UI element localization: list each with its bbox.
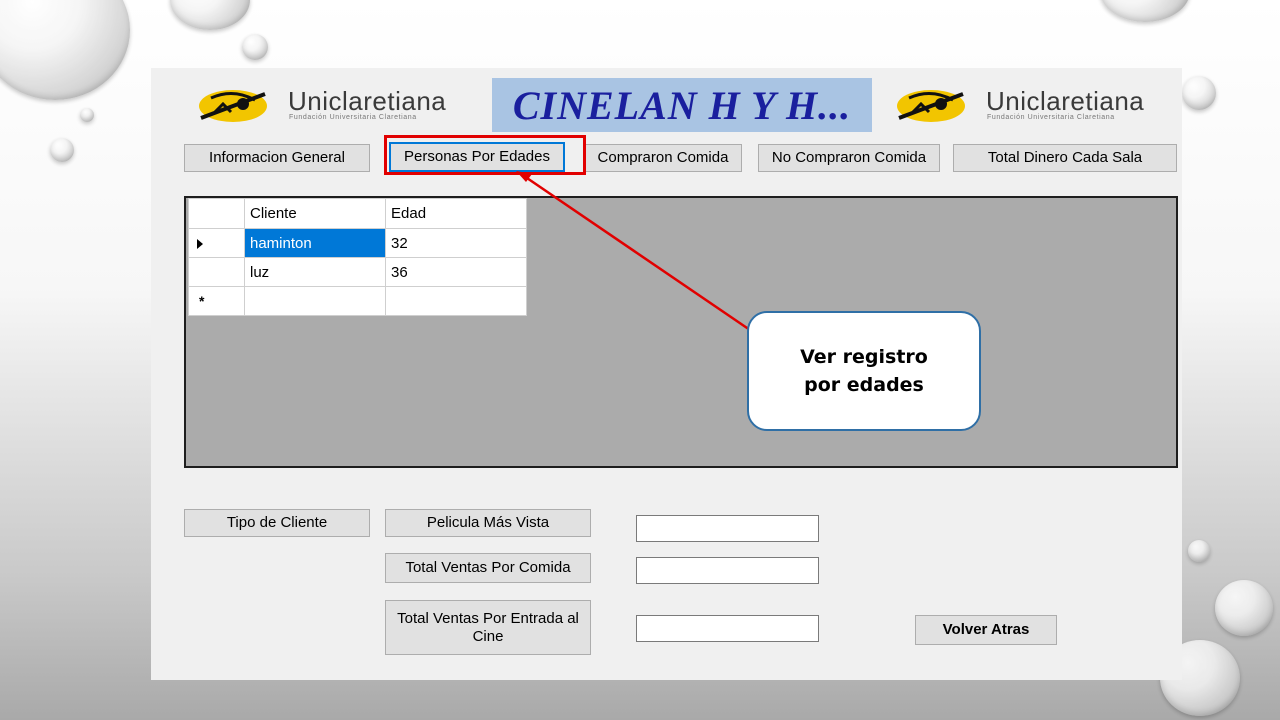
callout-text: Ver registro por edades	[800, 346, 928, 396]
annotation-callout: Ver registro por edades	[747, 311, 981, 431]
annotation-arrow	[516, 171, 751, 332]
